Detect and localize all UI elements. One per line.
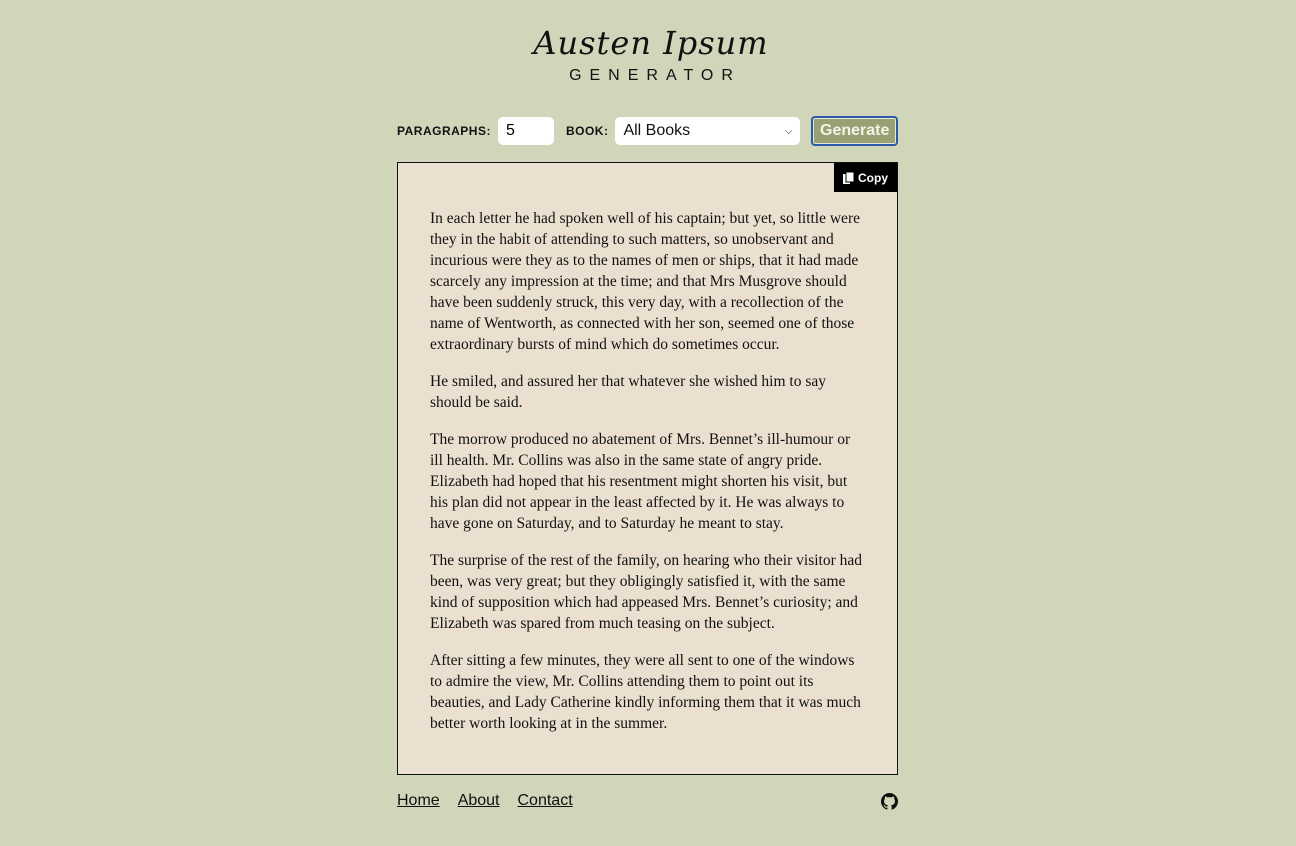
paragraph: After sitting a few minutes, they were a… — [430, 652, 861, 732]
footer: Home About Contact — [397, 790, 898, 812]
generator-controls: PARAGRAPHS: BOOK: All Books ⌵ Generate — [397, 116, 898, 146]
copy-icon — [843, 171, 854, 184]
book-select-value: All Books — [623, 122, 691, 139]
github-icon[interactable] — [881, 792, 898, 810]
logo-subtitle: GENERATOR — [569, 67, 741, 84]
generated-text: In each letter he had spoken well of his… — [430, 208, 866, 750]
paragraph: The surprise of the rest of the family, … — [430, 552, 863, 632]
paragraphs-input[interactable] — [497, 117, 554, 145]
paragraphs-label: PARAGRAPHS: — [397, 124, 491, 138]
footer-link-about[interactable]: About — [458, 792, 500, 810]
site-logo[interactable]: Austen Ipsum GENERATOR — [0, 22, 1296, 86]
paragraph: He smiled, and assured her that whatever… — [430, 373, 827, 411]
footer-link-contact[interactable]: Contact — [518, 792, 573, 810]
copy-button[interactable]: Copy — [834, 163, 897, 192]
logo-title: Austen Ipsum — [533, 24, 769, 62]
generate-button[interactable]: Generate — [811, 116, 898, 146]
footer-link-home[interactable]: Home — [397, 792, 440, 810]
book-select[interactable]: All Books ⌵ — [615, 117, 801, 145]
copy-label: Copy — [858, 170, 888, 185]
paragraph: In each letter he had spoken well of his… — [430, 210, 860, 353]
book-label: BOOK: — [565, 124, 609, 138]
chevron-down-icon: ⌵ — [784, 125, 793, 137]
output-box: Copy In each letter he had spoken well o… — [397, 162, 898, 775]
paragraph: The morrow produced no abatement of Mrs.… — [430, 431, 851, 532]
